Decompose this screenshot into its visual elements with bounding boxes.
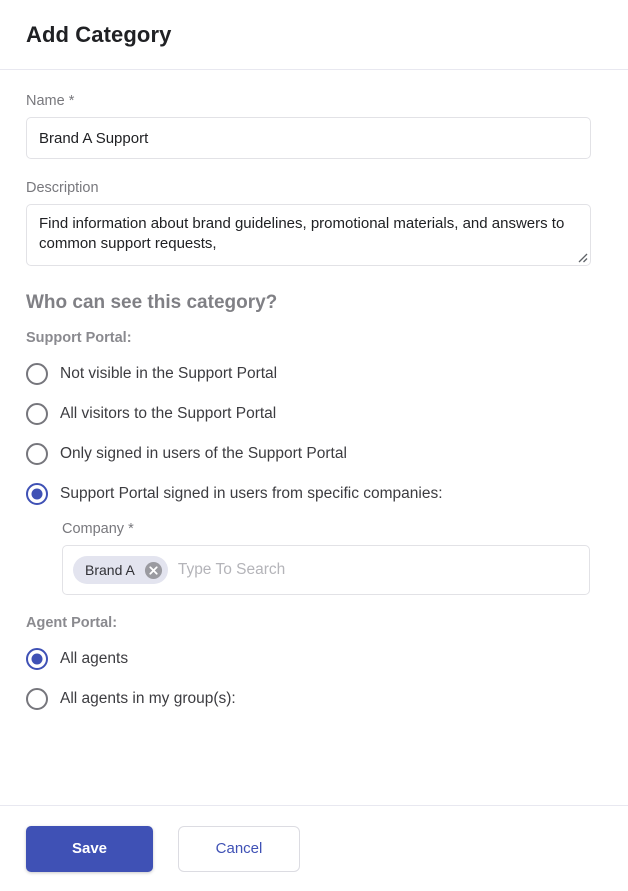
name-field-group: Name * — [26, 92, 602, 159]
dialog-header: Add Category — [0, 0, 628, 70]
radio-indicator — [26, 443, 48, 465]
radio-all-visitors-support-portal[interactable]: All visitors to the Support Portal — [26, 394, 602, 434]
page-title: Add Category — [26, 21, 172, 47]
radio-indicator — [26, 483, 48, 505]
company-label: Company * — [62, 521, 134, 537]
radio-label: Not visible in the Support Portal — [60, 365, 278, 382]
agent-portal-group: Agent Portal: All agents All agents in m… — [26, 615, 602, 719]
radio-label: Only signed in users of the Support Port… — [60, 445, 347, 462]
company-chip: Brand A — [73, 556, 168, 584]
radio-all-agents-in-my-groups[interactable]: All agents in my group(s): — [26, 679, 602, 719]
radio-indicator — [26, 688, 48, 710]
name-label: Name * — [26, 93, 75, 109]
radio-label: All visitors to the Support Portal — [60, 405, 277, 422]
company-chip-label: Brand A — [85, 562, 135, 578]
dialog-footer: Save Cancel — [0, 805, 628, 891]
radio-indicator — [26, 363, 48, 385]
support-portal-group: Support Portal: Not visible in the Suppo… — [26, 330, 602, 514]
visibility-heading: Who can see this category? — [26, 292, 278, 313]
radio-specific-companies-support-portal[interactable]: Support Portal signed in users from spec… — [26, 474, 602, 514]
description-label: Description — [26, 180, 99, 196]
save-button[interactable]: Save — [26, 825, 153, 872]
close-circle-icon[interactable] — [144, 561, 163, 580]
radio-label: All agents in my group(s): — [60, 690, 236, 707]
description-textarea-wrap — [26, 204, 591, 266]
dialog-body: Name * Description Who can see this cate… — [0, 70, 628, 805]
description-field-group: Description — [26, 179, 602, 266]
agent-portal-label: Agent Portal: — [26, 615, 118, 631]
radio-indicator — [26, 648, 48, 670]
name-input[interactable] — [26, 117, 591, 159]
radio-label: All agents — [60, 650, 129, 667]
company-field-group: Company * Brand A — [62, 520, 602, 595]
company-chip-input[interactable]: Brand A — [62, 545, 590, 595]
radio-all-agents[interactable]: All agents — [26, 639, 602, 679]
company-search-input[interactable] — [173, 555, 579, 585]
radio-indicator — [26, 403, 48, 425]
radio-signed-in-users-support-portal[interactable]: Only signed in users of the Support Port… — [26, 434, 602, 474]
radio-not-visible-support-portal[interactable]: Not visible in the Support Portal — [26, 354, 602, 394]
support-portal-label: Support Portal: — [26, 330, 132, 346]
cancel-button[interactable]: Cancel — [178, 825, 300, 872]
description-textarea[interactable] — [26, 204, 591, 266]
radio-label: Support Portal signed in users from spec… — [60, 485, 443, 502]
